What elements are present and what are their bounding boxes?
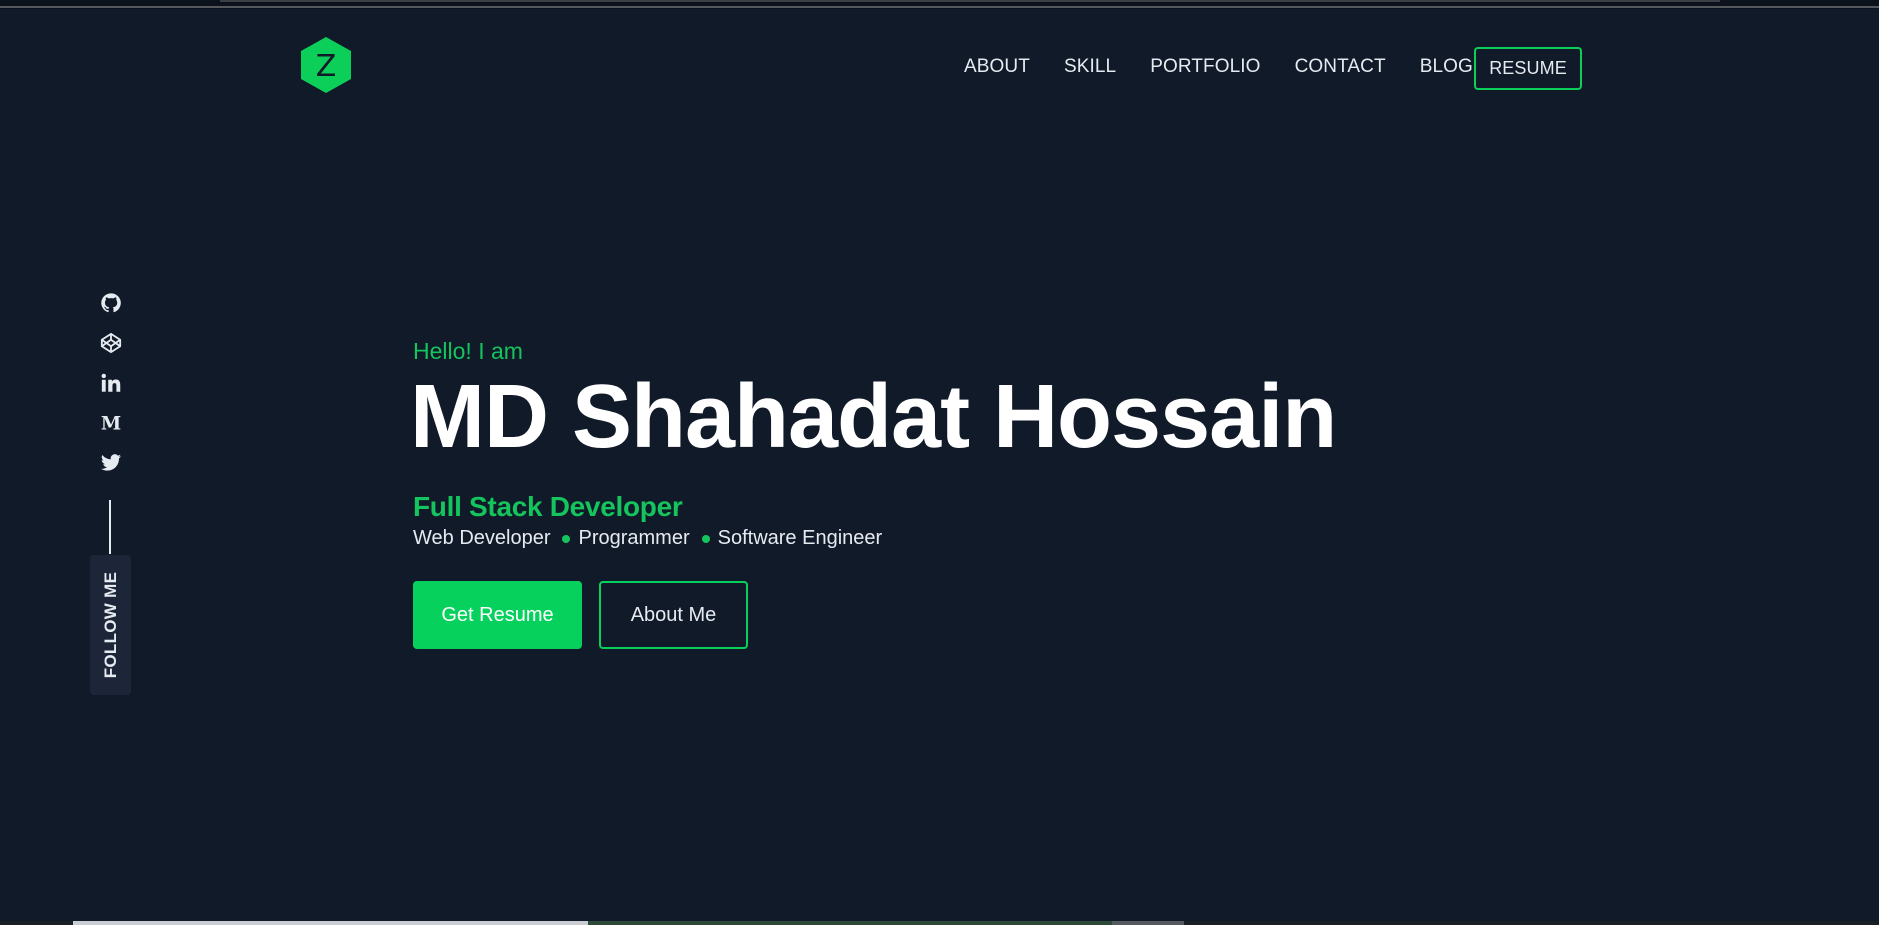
- svg-text:M: M: [101, 413, 121, 434]
- resume-button[interactable]: RESUME: [1474, 47, 1582, 90]
- main-nav: ABOUT SKILL PORTFOLIO CONTACT BLOG RESUM…: [964, 47, 1582, 90]
- follow-me-tab: FOLLOW ME: [90, 555, 131, 695]
- nav-about[interactable]: ABOUT: [964, 56, 1030, 78]
- nav-contact[interactable]: CONTACT: [1295, 56, 1386, 78]
- linkedin-icon[interactable]: [100, 372, 122, 394]
- github-icon[interactable]: [100, 292, 122, 314]
- follow-divider: [109, 500, 111, 554]
- hero-role: Full Stack Developer: [413, 491, 683, 522]
- tag-web-developer: Web Developer: [413, 527, 551, 549]
- logo-letter: Z: [316, 49, 337, 84]
- about-me-button[interactable]: About Me: [599, 581, 748, 649]
- tag-programmer: Programmer: [578, 527, 690, 549]
- nav-blog[interactable]: BLOG: [1420, 56, 1473, 78]
- tag-software-engineer: Software Engineer: [717, 527, 883, 549]
- bullet-dot: [562, 534, 571, 543]
- codepen-icon[interactable]: [100, 332, 122, 354]
- hero-name: MD Shahadat Hossain: [410, 367, 1337, 467]
- portfolio-page: Z ABOUT SKILL PORTFOLIO CONTACT BLOG RES…: [0, 0, 1879, 925]
- follow-me-label: FOLLOW ME: [100, 571, 120, 679]
- get-resume-button[interactable]: Get Resume: [413, 581, 582, 649]
- nav-portfolio[interactable]: PORTFOLIO: [1150, 56, 1260, 78]
- bullet-dot: [701, 534, 710, 543]
- social-links: M: [97, 292, 125, 492]
- medium-icon[interactable]: M: [100, 412, 122, 434]
- twitter-icon[interactable]: [100, 452, 122, 474]
- browser-top-edge: [0, 0, 1879, 9]
- hero-tags: Web Developer Programmer Software Engine…: [413, 527, 882, 550]
- hexagon-logo-icon: Z: [301, 37, 351, 93]
- horizontal-scrollbar[interactable]: [0, 921, 1879, 925]
- nav-skill[interactable]: SKILL: [1064, 56, 1116, 78]
- hero-greeting: Hello! I am: [413, 338, 523, 364]
- logo-link[interactable]: Z: [298, 35, 354, 95]
